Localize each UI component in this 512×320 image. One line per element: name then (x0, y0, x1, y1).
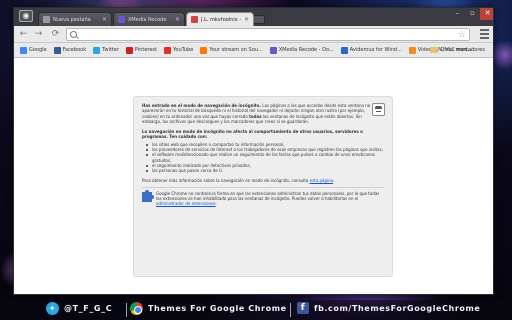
bookmark-label: Facebook (62, 47, 87, 53)
extensions-manager-link[interactable]: administrador de extensiones (156, 201, 216, 206)
tab-close-icon[interactable]: ✕ (102, 16, 107, 23)
footer-divider (126, 303, 127, 317)
bookmark-facebook[interactable]: Facebook (53, 46, 87, 54)
footer-facebook: f fb.com/ThemesForGoogleChrome (297, 302, 480, 314)
list-item: el software malintencionado que realice … (146, 152, 384, 163)
incognito-intro: Has entrado en el modo de navegación de … (142, 103, 374, 124)
tab-favicon-icon (43, 16, 50, 23)
theme-footer: ✦ @T_F_G_C Themes For Google Chrome f fb… (0, 300, 512, 320)
minimize-icon[interactable]: – (450, 8, 465, 20)
tab-title: Nueva pestaña (53, 16, 91, 23)
incognito-info-panel: Has entrado en el modo de navegación de … (133, 96, 393, 277)
bookmark-google[interactable]: Google (20, 46, 47, 54)
back-arrow-icon[interactable]: ← (18, 29, 29, 40)
bookmark-label: XMedia Recode - Do... (278, 47, 334, 53)
tab-strip: ◉ Nueva pestaña ✕ XMedia Recode ✕ J.L. m… (14, 8, 493, 26)
soundcloud-icon (200, 46, 208, 54)
twitter-icon (93, 46, 101, 54)
more-info-link[interactable]: esta página (310, 178, 333, 183)
maximize-icon[interactable]: ▫ (465, 8, 480, 20)
bookmark-label: Pinterest (134, 47, 157, 53)
tab-xmedia-recode[interactable]: XMedia Recode ✕ (113, 12, 185, 26)
tab-nueva-pestana[interactable]: Nueva pestaña ✕ (38, 12, 112, 26)
extension-puzzle-icon (142, 189, 154, 202)
bookmark-label: Avidemux for Wind... (349, 47, 402, 53)
footer-twitter: ✦ @T_F_G_C (46, 302, 112, 315)
incognito-more-info: Para obtener más información sobre la na… (142, 177, 335, 183)
forward-arrow-icon[interactable]: → (33, 29, 44, 40)
twitter-handle: @T_F_G_C (64, 304, 113, 313)
vlc-icon (408, 46, 416, 54)
browser-window: ◉ Nueva pestaña ✕ XMedia Recode ✕ J.L. m… (13, 7, 494, 295)
bookmark-label: Google (29, 47, 47, 53)
folder-icon (430, 47, 439, 53)
bookmark-pinterest[interactable]: Pinterest (125, 46, 157, 54)
extensions-text: Google Chrome no controla la forma en qu… (156, 190, 380, 202)
footer-divider (290, 303, 291, 317)
bookmark-twitter[interactable]: Twitter (93, 46, 119, 54)
search-icon (70, 31, 77, 38)
bookmark-soundcloud[interactable]: Your stream on Sou... (200, 46, 263, 54)
list-item: las personas que pasen cerca de ti. (146, 168, 384, 173)
divider (142, 186, 384, 188)
twitter-bird-icon: ✦ (46, 302, 59, 315)
close-window-icon[interactable]: ✕ (480, 8, 493, 20)
other-bookmarks-folder[interactable]: Otros marcadores (430, 47, 485, 53)
tab-close-icon[interactable]: ✕ (175, 16, 180, 23)
bookmark-youtube[interactable]: YouTube (164, 46, 194, 54)
tab-close-icon[interactable]: ✕ (244, 16, 249, 23)
chrome-logo-icon (130, 302, 143, 315)
reload-icon[interactable]: ⟳ (50, 29, 61, 40)
incognito-profile-icon[interactable]: ◉ (19, 10, 33, 22)
facebook-icon (53, 46, 61, 54)
address-bar[interactable]: ☆ (66, 28, 470, 41)
bookmark-star-icon[interactable]: ☆ (458, 29, 466, 41)
bookmark-xmedia-recode[interactable]: XMedia Recode - Do... (269, 46, 334, 54)
page-content: Has entrado en el modo de navegación de … (14, 58, 493, 294)
footer-brand: Themes For Google Chrome (130, 302, 287, 315)
incognito-intro-emphasis: todas (249, 113, 262, 119)
bookmark-label: Twitter (102, 47, 119, 53)
brand-name: Themes For Google Chrome (148, 304, 287, 313)
tab-mkvtoolnix[interactable]: J.L. mkvtoolnix - Matroska t... ✕ (186, 12, 254, 26)
pinterest-icon (125, 46, 133, 54)
tab-title: J.L. mkvtoolnix - Matroska t... (201, 16, 241, 23)
bookmark-label: Your stream on Sou... (209, 47, 263, 53)
bookmark-label: YouTube (173, 47, 194, 53)
avidemux-icon (340, 46, 348, 54)
tab-favicon-icon (191, 16, 198, 23)
tab-title: XMedia Recode (128, 16, 167, 23)
google-icon (20, 46, 27, 54)
extensions-notice: Google Chrome no controla la forma en qu… (142, 189, 384, 207)
toolbar: ← → ⟳ ☆ (14, 26, 493, 43)
incognito-warning-list: los sitios web que recopilen o compartan… (142, 142, 384, 174)
bookmarks-bar: Google Facebook Twitter Pinterest YouTub… (14, 43, 493, 58)
incognito-spy-icon (372, 103, 385, 116)
extensions-notice-text: Google Chrome no controla la forma en qu… (156, 190, 380, 207)
incognito-intro-title: Has entrado en el modo de navegación de … (142, 103, 262, 108)
other-bookmarks-label: Otros marcadores (440, 47, 485, 53)
more-info-text: Para obtener más información sobre la na… (142, 177, 310, 183)
incognito-warning-heading: La navegación en modo de incógnito no af… (142, 129, 363, 140)
xmedia-recode-icon (269, 46, 277, 54)
bookmark-avidemux[interactable]: Avidemux for Wind... (340, 46, 402, 54)
facebook-f-icon: f (297, 302, 309, 314)
tab-favicon-icon (118, 16, 125, 23)
facebook-url: fb.com/ThemesForGoogleChrome (314, 303, 481, 313)
new-tab-button[interactable] (253, 15, 265, 24)
menu-icon[interactable] (480, 29, 489, 39)
youtube-icon (164, 46, 171, 54)
